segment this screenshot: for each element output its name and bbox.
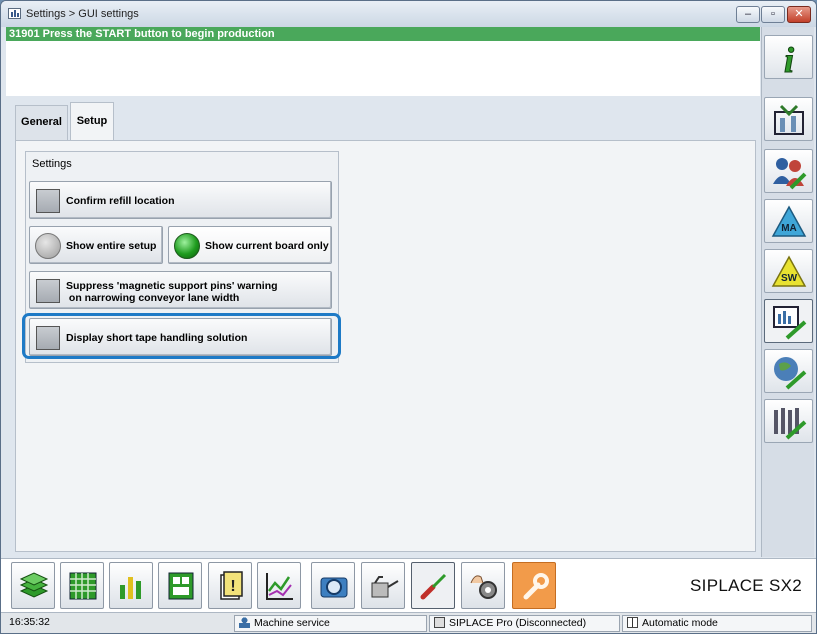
wrench-icon: [523, 573, 549, 600]
bar-chart-button[interactable]: [109, 562, 153, 609]
bar-chart-icon: [120, 577, 141, 599]
app-icon: [8, 8, 21, 19]
user-icon: [239, 617, 250, 628]
confirm-refill-checkbox[interactable]: Confirm refill location: [29, 181, 332, 219]
show-entire-setup-radio[interactable]: Show entire setup: [29, 226, 163, 264]
tab-general[interactable]: General: [15, 105, 68, 140]
svg-text:i: i: [784, 40, 794, 76]
tab-setup[interactable]: Setup: [70, 102, 114, 140]
server-icon: [434, 617, 445, 628]
hand-gear-button[interactable]: [461, 562, 505, 609]
board-layout-icon: [168, 572, 194, 600]
svg-text:!: !: [230, 578, 235, 595]
right-toolbar: i MA SW: [761, 27, 814, 557]
users-tool-icon: [773, 158, 807, 190]
feeder-tool-button[interactable]: [764, 399, 813, 443]
wrench-button[interactable]: [512, 562, 556, 609]
message-area: [6, 41, 760, 96]
station-setup-icon: [774, 104, 804, 135]
screwdriver-button[interactable]: [411, 562, 455, 609]
grid-button[interactable]: [60, 562, 104, 609]
operation-mode-cell: Automatic mode: [622, 615, 812, 632]
svg-text:MA: MA: [781, 223, 797, 234]
title-bar: Settings > GUI settings ‒ ▫ ✕: [1, 1, 816, 27]
settings-group-title: Settings: [32, 158, 72, 170]
warning-document-button[interactable]: !: [208, 562, 252, 609]
confirm-refill-label: Confirm refill location: [66, 195, 175, 207]
maximize-button[interactable]: ▫: [761, 6, 785, 23]
users-tool-button[interactable]: [764, 149, 813, 193]
settings-window: Settings > GUI settings ‒ ▫ ✕ 31901 Pres…: [0, 0, 817, 634]
radio-off-indicator: [35, 233, 61, 259]
short-tape-label: Display short tape handling solution: [66, 332, 248, 344]
checkbox-box: [36, 189, 60, 213]
feeder-tool-icon: [774, 408, 807, 440]
checkbox-box: [36, 326, 60, 350]
connection-cell: SIPLACE Pro (Disconnected): [429, 615, 620, 632]
board-layout-button[interactable]: [158, 562, 202, 609]
show-entire-setup-label: Show entire setup: [66, 240, 157, 252]
suppress-warning-label: Suppress 'magnetic support pins' warning…: [66, 280, 278, 304]
checkbox-box: [36, 279, 60, 303]
stacks-icon: [19, 572, 49, 598]
globe-tool-icon: [774, 357, 807, 390]
radio-on-indicator: [174, 233, 200, 259]
bottom-toolbar: ! SIPLACE SX2: [1, 558, 816, 612]
info-icon: i: [783, 40, 794, 76]
hand-gear-icon: [470, 575, 497, 599]
suppress-warning-line2: on narrowing conveyor lane width: [66, 292, 240, 304]
clock: 16:35:32: [9, 616, 50, 628]
grid-icon: [69, 572, 97, 600]
line-chart-button[interactable]: [257, 562, 301, 609]
status-message: 31901 Press the START button to begin pr…: [6, 27, 760, 41]
window-title: Settings > GUI settings: [26, 8, 139, 20]
ma-triangle-icon: MA: [771, 205, 807, 237]
minimize-button[interactable]: ‒: [736, 6, 760, 23]
svg-text:SW: SW: [781, 273, 798, 284]
short-tape-checkbox[interactable]: Display short tape handling solution: [29, 318, 332, 356]
user-mode-text: Machine service: [254, 617, 330, 629]
station-setup-button[interactable]: [764, 97, 813, 141]
close-button[interactable]: ✕: [787, 6, 811, 23]
sw-triangle-button[interactable]: SW: [764, 249, 813, 293]
suppress-warning-line1: Suppress 'magnetic support pins' warning: [66, 280, 278, 292]
gui-settings-button[interactable]: [764, 299, 813, 343]
connection-text: SIPLACE Pro (Disconnected): [449, 617, 587, 629]
warning-document-icon: !: [220, 571, 243, 600]
camera-icon: [320, 577, 348, 598]
brand-label: SIPLACE SX2: [690, 576, 802, 595]
mode-icon: [627, 617, 638, 628]
globe-tool-button[interactable]: [764, 349, 813, 393]
operation-mode-text: Automatic mode: [642, 617, 718, 629]
suppress-warning-checkbox[interactable]: Suppress 'magnetic support pins' warning…: [29, 271, 332, 309]
camera-button[interactable]: [311, 562, 355, 609]
user-mode-cell: Machine service: [234, 615, 427, 632]
sw-triangle-icon: SW: [771, 255, 807, 287]
stacks-button[interactable]: [11, 562, 55, 609]
oil-can-icon: [371, 576, 399, 598]
screwdriver-icon: [420, 573, 447, 600]
line-chart-icon: [266, 573, 293, 600]
show-current-board-radio[interactable]: Show current board only: [168, 226, 332, 264]
gui-settings-monitor-icon: [773, 306, 807, 340]
status-bar: 16:35:32 Machine service SIPLACE Pro (Di…: [1, 612, 816, 633]
show-current-board-label: Show current board only: [205, 240, 329, 252]
ma-triangle-button[interactable]: MA: [764, 199, 813, 243]
oil-can-button[interactable]: [361, 562, 405, 609]
info-button[interactable]: i: [764, 35, 813, 79]
